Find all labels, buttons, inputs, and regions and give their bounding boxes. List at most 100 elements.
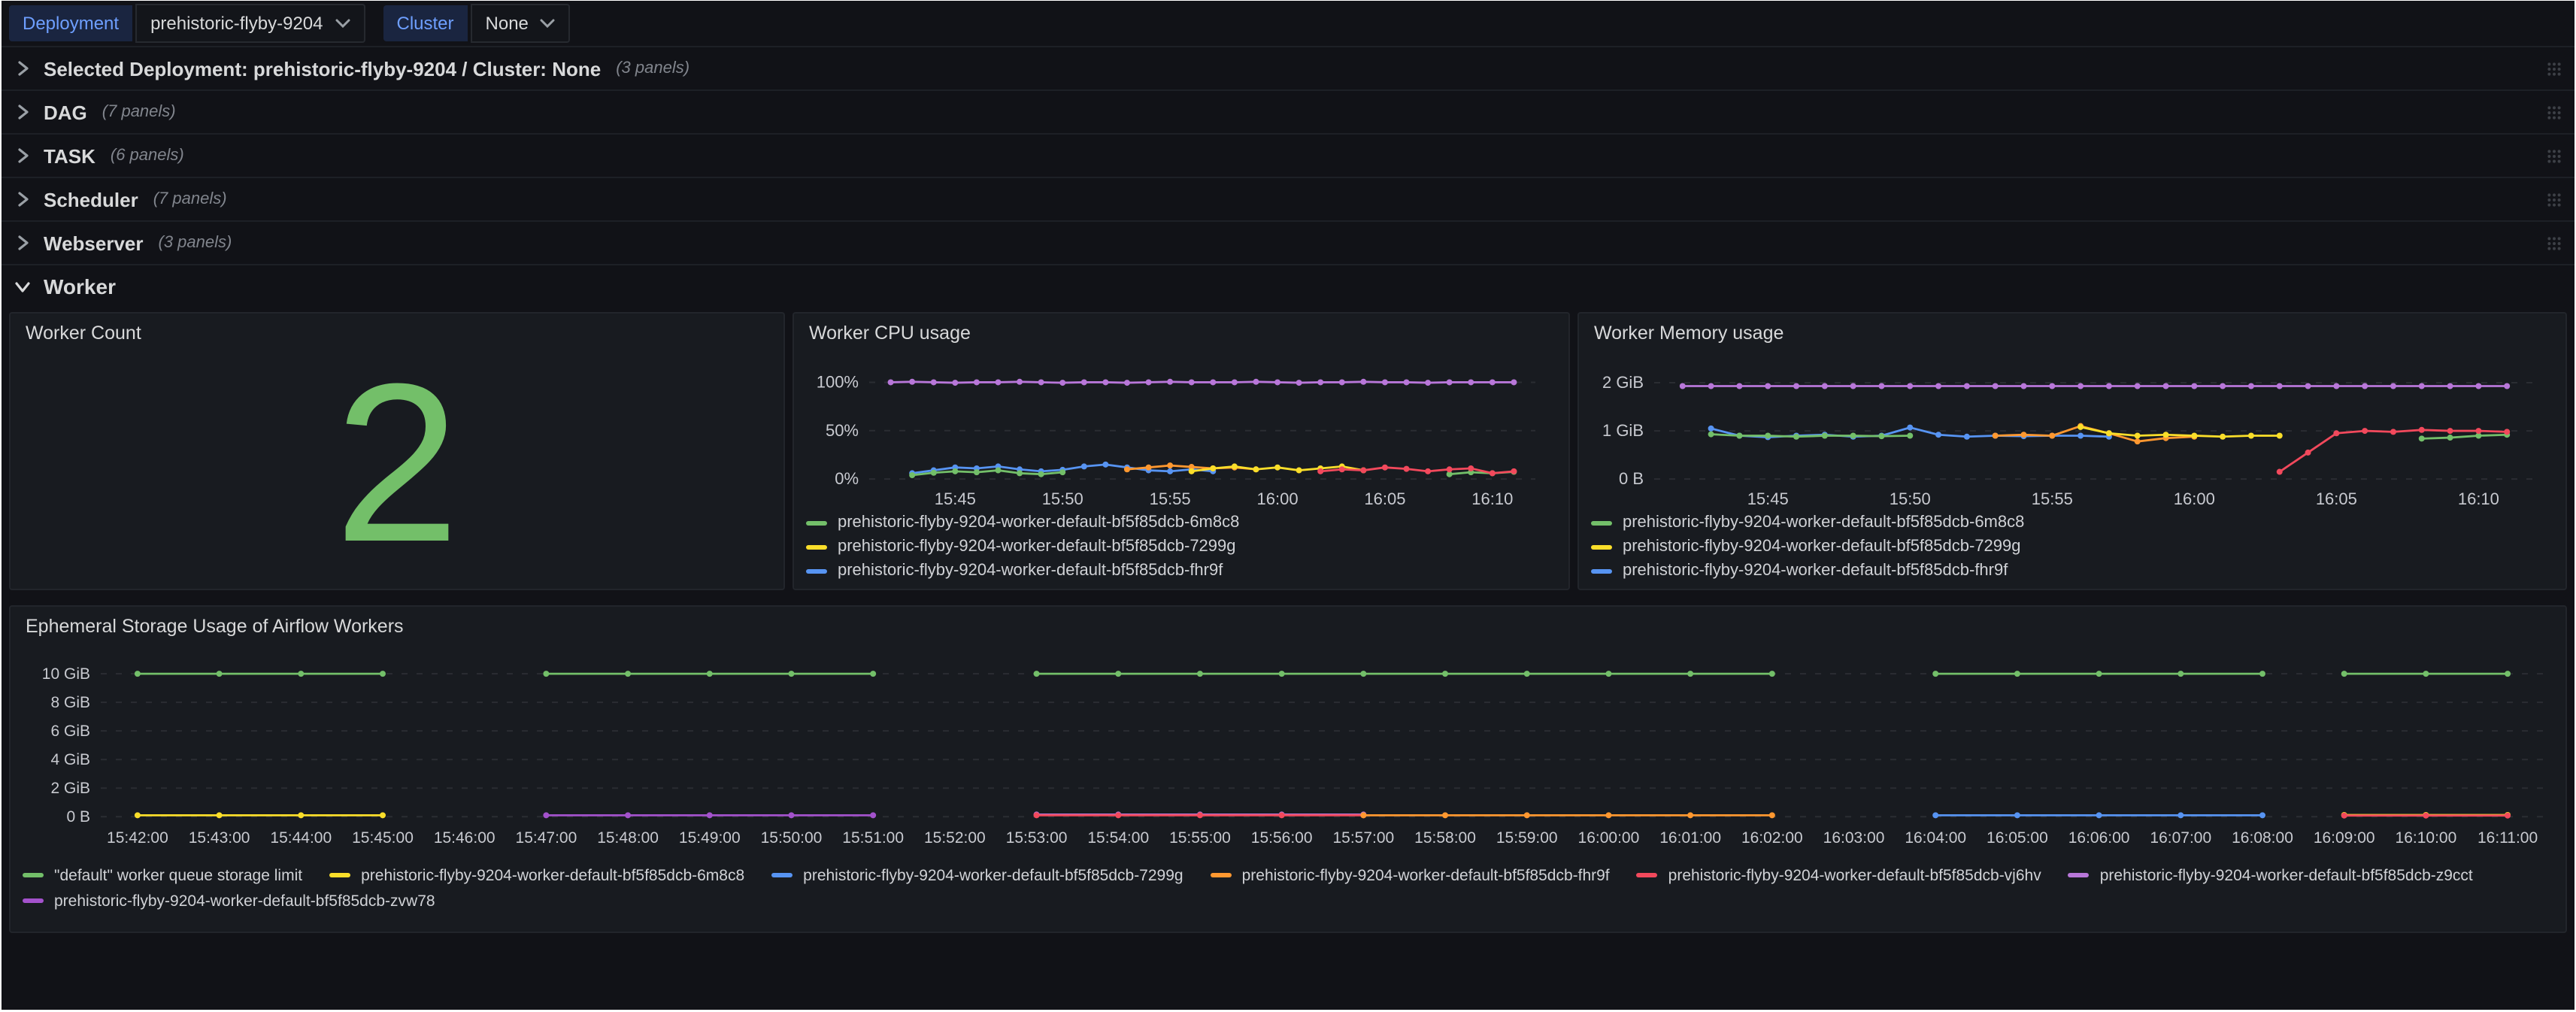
svg-text:15:50: 15:50 (1890, 489, 1931, 508)
legend-item[interactable]: prehistoric-flyby-9204-worker-default-bf… (806, 535, 1556, 559)
svg-text:15:45: 15:45 (1747, 489, 1789, 508)
legend-label: prehistoric-flyby-9204-worker-default-bf… (1623, 538, 2021, 556)
worker-count-panel: Worker Count 2 (9, 312, 785, 590)
legend-label: prehistoric-flyby-9204-worker-default-bf… (838, 514, 1239, 532)
row-drag-handle-icon[interactable] (2546, 235, 2562, 251)
deployment-variable-select[interactable]: prehistoric-flyby-9204 (135, 4, 365, 43)
chevron-down-icon (335, 19, 350, 28)
legend-item[interactable]: "default" worker queue storage limit (23, 862, 302, 888)
svg-text:15:46:00: 15:46:00 (434, 829, 496, 847)
legend-item[interactable]: prehistoric-flyby-9204-worker-default-bf… (2068, 862, 2473, 888)
legend-item[interactable]: prehistoric-flyby-9204-worker-default-bf… (1211, 862, 1610, 888)
row-panel-count: (6 panels) (111, 147, 184, 165)
deployment-variable-label[interactable]: Deployment (9, 5, 132, 41)
svg-text:100%: 100% (817, 372, 859, 391)
svg-text:15:43:00: 15:43:00 (189, 829, 250, 847)
svg-text:15:51:00: 15:51:00 (842, 829, 904, 847)
row-panel-count: (3 panels) (616, 59, 689, 77)
cluster-variable-label[interactable]: Cluster (383, 5, 468, 41)
svg-text:16:00: 16:00 (2174, 489, 2215, 508)
svg-text:15:54:00: 15:54:00 (1087, 829, 1149, 847)
svg-text:2 GiB: 2 GiB (50, 780, 90, 797)
svg-text:16:10: 16:10 (1471, 489, 1513, 508)
row-dag[interactable]: DAG (7 panels) (2, 89, 2574, 133)
svg-text:15:52:00: 15:52:00 (924, 829, 986, 847)
cluster-variable-select[interactable]: None (471, 4, 571, 43)
worker-memory-chart[interactable]: 0 B1 GiB2 GiB15:4515:5015:5516:0016:0516… (1585, 356, 2556, 509)
svg-text:2 GiB: 2 GiB (1602, 373, 1644, 392)
legend-item[interactable]: prehistoric-flyby-9204-worker-default-bf… (1591, 535, 2553, 559)
ephemeral-storage-panel: Ephemeral Storage Usage of Airflow Worke… (9, 605, 2567, 933)
svg-text:15:58:00: 15:58:00 (1414, 829, 1476, 847)
series-"default" worker queue storage limit (135, 671, 2511, 677)
svg-text:0 B: 0 B (66, 808, 90, 826)
legend-item[interactable]: prehistoric-flyby-9204-worker-default-bf… (806, 511, 1556, 535)
row-panel-count: (7 panels) (153, 190, 227, 208)
row-drag-handle-icon[interactable] (2546, 60, 2562, 77)
svg-text:15:50: 15:50 (1042, 489, 1083, 508)
svg-text:16:10:00: 16:10:00 (2396, 829, 2457, 847)
row-title: Selected Deployment: prehistoric-flyby-9… (44, 57, 601, 80)
legend-swatch-icon (1591, 544, 1612, 549)
worker-cpu-panel: Worker CPU usage 0%50%100%15:4515:5015:5… (792, 312, 1570, 590)
legend-swatch-icon (806, 544, 827, 549)
row-drag-handle-icon[interactable] (2546, 147, 2562, 164)
svg-text:16:05: 16:05 (2316, 489, 2357, 508)
row-title: DAG (44, 101, 87, 123)
grafana-dashboard: Deployment prehistoric-flyby-9204 Cluste… (2, 1, 2574, 1010)
legend-label: prehistoric-flyby-9204-worker-default-bf… (838, 562, 1223, 580)
legend-item[interactable]: prehistoric-flyby-9204-worker-default-bf… (771, 862, 1183, 888)
panel-title[interactable]: Ephemeral Storage Usage of Airflow Worke… (11, 607, 2565, 646)
row-drag-handle-icon[interactable] (2546, 191, 2562, 208)
series-unlabeled-red (1317, 465, 1517, 477)
worker-cpu-chart[interactable]: 0%50%100%15:4515:5015:5516:0016:0516:10 (800, 356, 1556, 509)
panel-title[interactable]: Worker Memory usage (1579, 314, 2565, 353)
legend-label: prehistoric-flyby-9204-worker-default-bf… (838, 538, 1236, 556)
legend-label: prehistoric-flyby-9204-worker-default-bf… (1623, 562, 2008, 580)
svg-text:15:55:00: 15:55:00 (1169, 829, 1231, 847)
row-scheduler[interactable]: Scheduler (7 panels) (2, 177, 2574, 220)
legend-label: prehistoric-flyby-9204-worker-default-bf… (1623, 514, 2024, 532)
legend-item[interactable]: prehistoric-flyby-9204-worker-default-bf… (1591, 559, 2553, 583)
legend-swatch-icon (1637, 873, 1658, 877)
svg-text:10 GiB: 10 GiB (42, 665, 90, 683)
legend-label: "default" worker queue storage limit (54, 866, 302, 884)
legend-item[interactable]: prehistoric-flyby-9204-worker-default-bf… (23, 888, 435, 914)
row-webserver[interactable]: Webserver (3 panels) (2, 220, 2574, 264)
ephemeral-storage-chart[interactable]: 0 B2 GiB4 GiB6 GiB8 GiB10 GiB15:42:0015:… (17, 649, 2562, 859)
legend-swatch-icon (23, 873, 44, 877)
row-selected-deployment[interactable]: Selected Deployment: prehistoric-flyby-9… (2, 46, 2574, 89)
legend-item[interactable]: prehistoric-flyby-9204-worker-default-bf… (806, 559, 1556, 583)
svg-text:16:02:00: 16:02:00 (1741, 829, 1803, 847)
worker-memory-panel: Worker Memory usage 0 B1 GiB2 GiB15:4515… (1577, 312, 2567, 590)
panel-title[interactable]: Worker CPU usage (794, 314, 1568, 353)
series-unlabeled-purple (888, 379, 1517, 386)
svg-text:50%: 50% (826, 421, 859, 440)
worker-panels-row: Worker Count 2 Worker CPU usage 0%50%100… (2, 308, 2574, 590)
legend-label: prehistoric-flyby-9204-worker-default-bf… (361, 866, 744, 884)
legend-label: prehistoric-flyby-9204-worker-default-bf… (803, 866, 1183, 884)
chevron-right-icon (14, 190, 35, 208)
legend-item[interactable]: prehistoric-flyby-9204-worker-default-bf… (1637, 862, 2041, 888)
legend-label: prehistoric-flyby-9204-worker-default-bf… (1668, 866, 2041, 884)
svg-text:15:59:00: 15:59:00 (1496, 829, 1558, 847)
svg-text:16:04:00: 16:04:00 (1905, 829, 1966, 847)
dashboard-rows: Selected Deployment: prehistoric-flyby-9… (2, 46, 2574, 308)
legend-item[interactable]: prehistoric-flyby-9204-worker-default-bf… (329, 862, 744, 888)
legend-item[interactable]: prehistoric-flyby-9204-worker-default-bf… (1591, 511, 2553, 535)
cluster-variable-value: None (486, 13, 529, 34)
svg-text:15:45: 15:45 (935, 489, 976, 508)
svg-text:16:09:00: 16:09:00 (2314, 829, 2375, 847)
svg-text:16:11:00: 16:11:00 (2478, 829, 2538, 847)
svg-text:4 GiB: 4 GiB (50, 751, 90, 768)
row-drag-handle-icon[interactable] (2546, 104, 2562, 120)
legend-swatch-icon (806, 520, 827, 525)
legend-swatch-icon (771, 873, 792, 877)
legend-swatch-icon (1591, 520, 1612, 525)
svg-text:15:42:00: 15:42:00 (107, 829, 168, 847)
row-title: Webserver (44, 232, 144, 254)
row-task[interactable]: TASK (6 panels) (2, 133, 2574, 177)
svg-text:16:03:00: 16:03:00 (1823, 829, 1885, 847)
row-title: Worker (44, 274, 116, 298)
row-worker[interactable]: Worker (2, 264, 2574, 308)
